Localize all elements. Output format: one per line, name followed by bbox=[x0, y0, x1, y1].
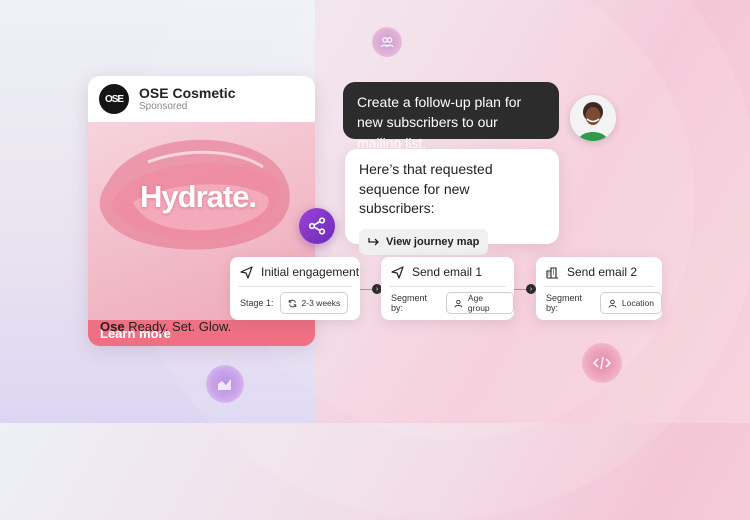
user-icon bbox=[608, 299, 617, 308]
assistant-message-bubble: Here’s that requested sequence for new s… bbox=[345, 149, 559, 255]
step-field-label: Segment by: bbox=[546, 293, 583, 313]
assistant-message-text: Here’s that requested sequence for new s… bbox=[359, 161, 493, 217]
ad-headline: Hydrate. bbox=[140, 179, 257, 214]
brand-info: OSE Cosmetic Sponsored bbox=[139, 84, 236, 113]
step-field-label: Segment by: bbox=[391, 293, 428, 313]
user-icon bbox=[454, 299, 463, 308]
step-title-row: Send email 2 bbox=[546, 265, 637, 279]
step-field-row: Segment by: Location bbox=[546, 292, 662, 314]
view-journey-map-label: View journey map bbox=[386, 235, 480, 248]
step-field-label: Stage 1: bbox=[240, 298, 274, 308]
refresh-icon bbox=[288, 299, 296, 307]
segment-chip[interactable]: Location bbox=[599, 292, 662, 314]
divider bbox=[389, 286, 506, 287]
step-title: Send email 2 bbox=[567, 265, 638, 279]
chip-label: Location bbox=[621, 298, 654, 308]
divider bbox=[238, 286, 352, 287]
step-title-row: Send email 1 bbox=[391, 265, 482, 279]
chip-label: Age group bbox=[467, 293, 490, 313]
segment-chip[interactable]: Age group bbox=[446, 292, 514, 314]
tagline-text: Ready. Set. Glow. bbox=[124, 319, 232, 334]
step-field-row: Segment by: Age group bbox=[391, 292, 514, 314]
journey-step-send-email-1[interactable]: Send email 1 Segment by: Age group bbox=[381, 257, 514, 320]
divider bbox=[544, 286, 654, 287]
user-avatar bbox=[570, 95, 616, 141]
user-message-bubble: Create a follow-up plan for new subscrib… bbox=[343, 82, 559, 151]
step-field-row: Stage 1: 2-3 weeks bbox=[240, 292, 349, 314]
people-icon bbox=[372, 27, 402, 57]
building-icon bbox=[546, 266, 558, 279]
connector-arrow-icon: › bbox=[526, 284, 536, 294]
code-icon bbox=[582, 343, 622, 383]
ad-card-header: OSE OSE Cosmetic Sponsored bbox=[88, 76, 315, 122]
return-arrow-icon bbox=[368, 237, 379, 246]
send-icon bbox=[240, 265, 253, 279]
journey-step-initial-engagement[interactable]: Initial engagement Stage 1: 2-3 weeks bbox=[230, 257, 360, 320]
step-title-row: Initial engagement bbox=[240, 265, 359, 279]
send-icon bbox=[391, 265, 404, 279]
sponsored-label: Sponsored bbox=[139, 101, 188, 113]
brand-name: OSE Cosmetic bbox=[139, 84, 236, 101]
view-journey-map-button[interactable]: View journey map bbox=[359, 228, 489, 255]
ad-tagline: Ose Ready. Set. Glow. bbox=[100, 319, 231, 334]
journey-step-send-email-2[interactable]: Send email 2 Segment by: Location bbox=[536, 257, 662, 320]
share-icon[interactable] bbox=[299, 208, 335, 244]
duration-chip[interactable]: 2-3 weeks bbox=[279, 292, 349, 314]
step-title: Send email 1 bbox=[412, 265, 483, 279]
tagline-brand: Ose bbox=[100, 319, 125, 334]
brand-logo: OSE bbox=[99, 84, 129, 114]
chip-label: 2-3 weeks bbox=[301, 298, 341, 308]
step-title: Initial engagement bbox=[261, 265, 360, 279]
chart-icon bbox=[206, 365, 244, 403]
